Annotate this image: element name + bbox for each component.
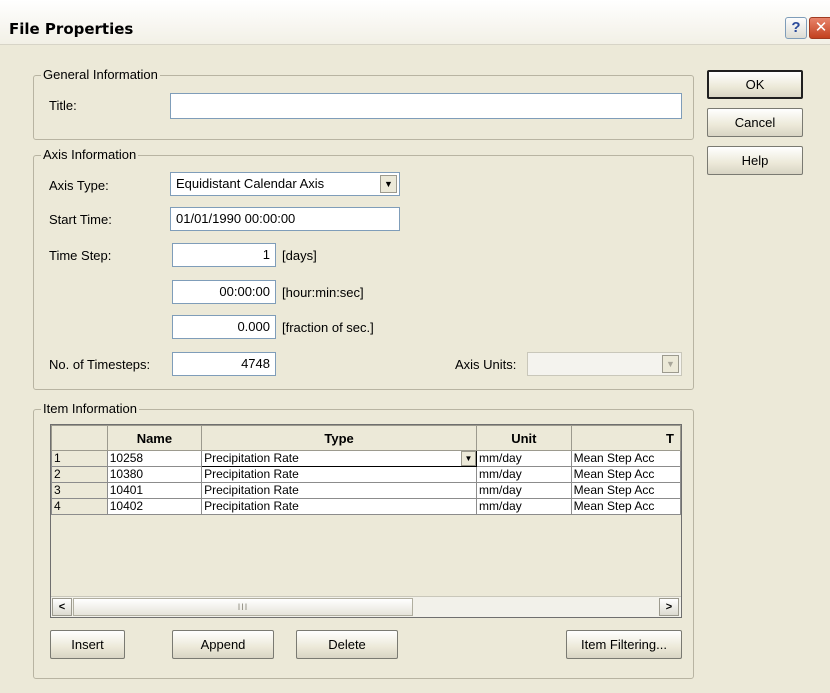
append-button[interactable]: Append (172, 630, 274, 659)
column-header-rownum (51, 425, 108, 451)
axis-type-select[interactable]: Equidistant Calendar Axis ▼ (170, 172, 400, 196)
item-name-cell[interactable]: 10401 (106, 482, 203, 499)
items-grid[interactable]: Name Type Unit T 1 10258 Precipitation R… (50, 424, 682, 618)
item-type-cell[interactable]: Precipitation Rate ▼ (201, 450, 478, 467)
general-information-legend: General Information (41, 67, 160, 82)
axis-type-value: Equidistant Calendar Axis (176, 176, 325, 191)
time-step-days-input[interactable]: 1 (172, 243, 276, 267)
time-step-fraction-input[interactable]: 0.000 (172, 315, 276, 339)
item-t-cell[interactable]: Mean Step Acc (570, 482, 681, 499)
timesteps-label: No. of Timesteps: (49, 357, 151, 372)
scrollbar-grip-icon: III (237, 602, 249, 612)
item-name-cell[interactable]: 10402 (106, 498, 203, 515)
axis-units-select: ▼ (527, 352, 682, 376)
item-type-cell[interactable]: Precipitation Rate (201, 482, 478, 499)
table-header-row: Name Type Unit T (51, 425, 681, 451)
row-number[interactable]: 1 (51, 450, 108, 467)
table-row[interactable]: 1 10258 Precipitation Rate ▼ mm/day Mean… (51, 450, 681, 467)
time-step-label: Time Step: (49, 248, 112, 263)
timesteps-input[interactable]: 4748 (172, 352, 276, 376)
item-unit-cell[interactable]: mm/day (476, 466, 572, 483)
item-t-cell[interactable]: Mean Step Acc (570, 450, 681, 467)
item-name-cell[interactable]: 10258 (106, 450, 203, 467)
item-name-cell[interactable]: 10380 (106, 466, 203, 483)
axis-type-label: Axis Type: (49, 178, 109, 193)
axis-information-legend: Axis Information (41, 147, 139, 162)
file-properties-dialog: File Properties ? ✕ General Information … (0, 0, 830, 693)
window-title: File Properties (9, 20, 134, 38)
time-step-days-unit: [days] (282, 248, 317, 263)
item-type-cell[interactable]: Precipitation Rate (201, 466, 478, 483)
title-label: Title: (49, 98, 77, 113)
chevron-down-icon[interactable]: ▼ (380, 175, 397, 193)
ok-button[interactable]: OK (707, 70, 803, 99)
axis-units-label: Axis Units: (455, 357, 517, 372)
chevron-down-icon[interactable]: ▼ (461, 451, 476, 466)
table-row[interactable]: 4 10402 Precipitation Rate mm/day Mean S… (51, 498, 681, 515)
items-table: Name Type Unit T 1 10258 Precipitation R… (51, 425, 681, 515)
help-icon[interactable]: ? (785, 17, 807, 39)
close-icon[interactable]: ✕ (809, 17, 830, 39)
chevron-down-icon: ▼ (662, 355, 679, 373)
row-number[interactable]: 4 (51, 498, 108, 515)
item-filtering-button[interactable]: Item Filtering... (566, 630, 682, 659)
scroll-right-icon[interactable]: > (659, 598, 679, 616)
scroll-left-icon[interactable]: < (52, 598, 72, 616)
table-row[interactable]: 2 10380 Precipitation Rate mm/day Mean S… (51, 466, 681, 483)
title-input[interactable] (170, 93, 682, 119)
column-header-t[interactable]: T (570, 425, 681, 451)
title-bar: File Properties ? ✕ (0, 0, 830, 45)
delete-button[interactable]: Delete (296, 630, 398, 659)
item-unit-cell[interactable]: mm/day (476, 450, 572, 467)
insert-button[interactable]: Insert (50, 630, 125, 659)
row-number[interactable]: 2 (51, 466, 108, 483)
time-step-hms-unit: [hour:min:sec] (282, 285, 364, 300)
item-unit-cell[interactable]: mm/day (476, 498, 572, 515)
column-header-unit[interactable]: Unit (476, 425, 572, 451)
row-number[interactable]: 3 (51, 482, 108, 499)
item-t-cell[interactable]: Mean Step Acc (570, 466, 681, 483)
item-t-cell[interactable]: Mean Step Acc (570, 498, 681, 515)
item-information-legend: Item Information (41, 401, 139, 416)
item-type-value: Precipitation Rate (204, 451, 299, 466)
cancel-button[interactable]: Cancel (707, 108, 803, 137)
column-header-type[interactable]: Type (201, 425, 478, 451)
column-header-name[interactable]: Name (106, 425, 203, 451)
horizontal-scrollbar[interactable]: < III > (51, 596, 681, 617)
item-type-cell[interactable]: Precipitation Rate (201, 498, 478, 515)
table-row[interactable]: 3 10401 Precipitation Rate mm/day Mean S… (51, 482, 681, 499)
start-time-input[interactable]: 01/01/1990 00:00:00 (170, 207, 400, 231)
start-time-label: Start Time: (49, 212, 112, 227)
scrollbar-thumb[interactable]: III (73, 598, 413, 616)
time-step-hms-input[interactable]: 00:00:00 (172, 280, 276, 304)
item-unit-cell[interactable]: mm/day (476, 482, 572, 499)
time-step-fraction-unit: [fraction of sec.] (282, 320, 374, 335)
help-button[interactable]: Help (707, 146, 803, 175)
